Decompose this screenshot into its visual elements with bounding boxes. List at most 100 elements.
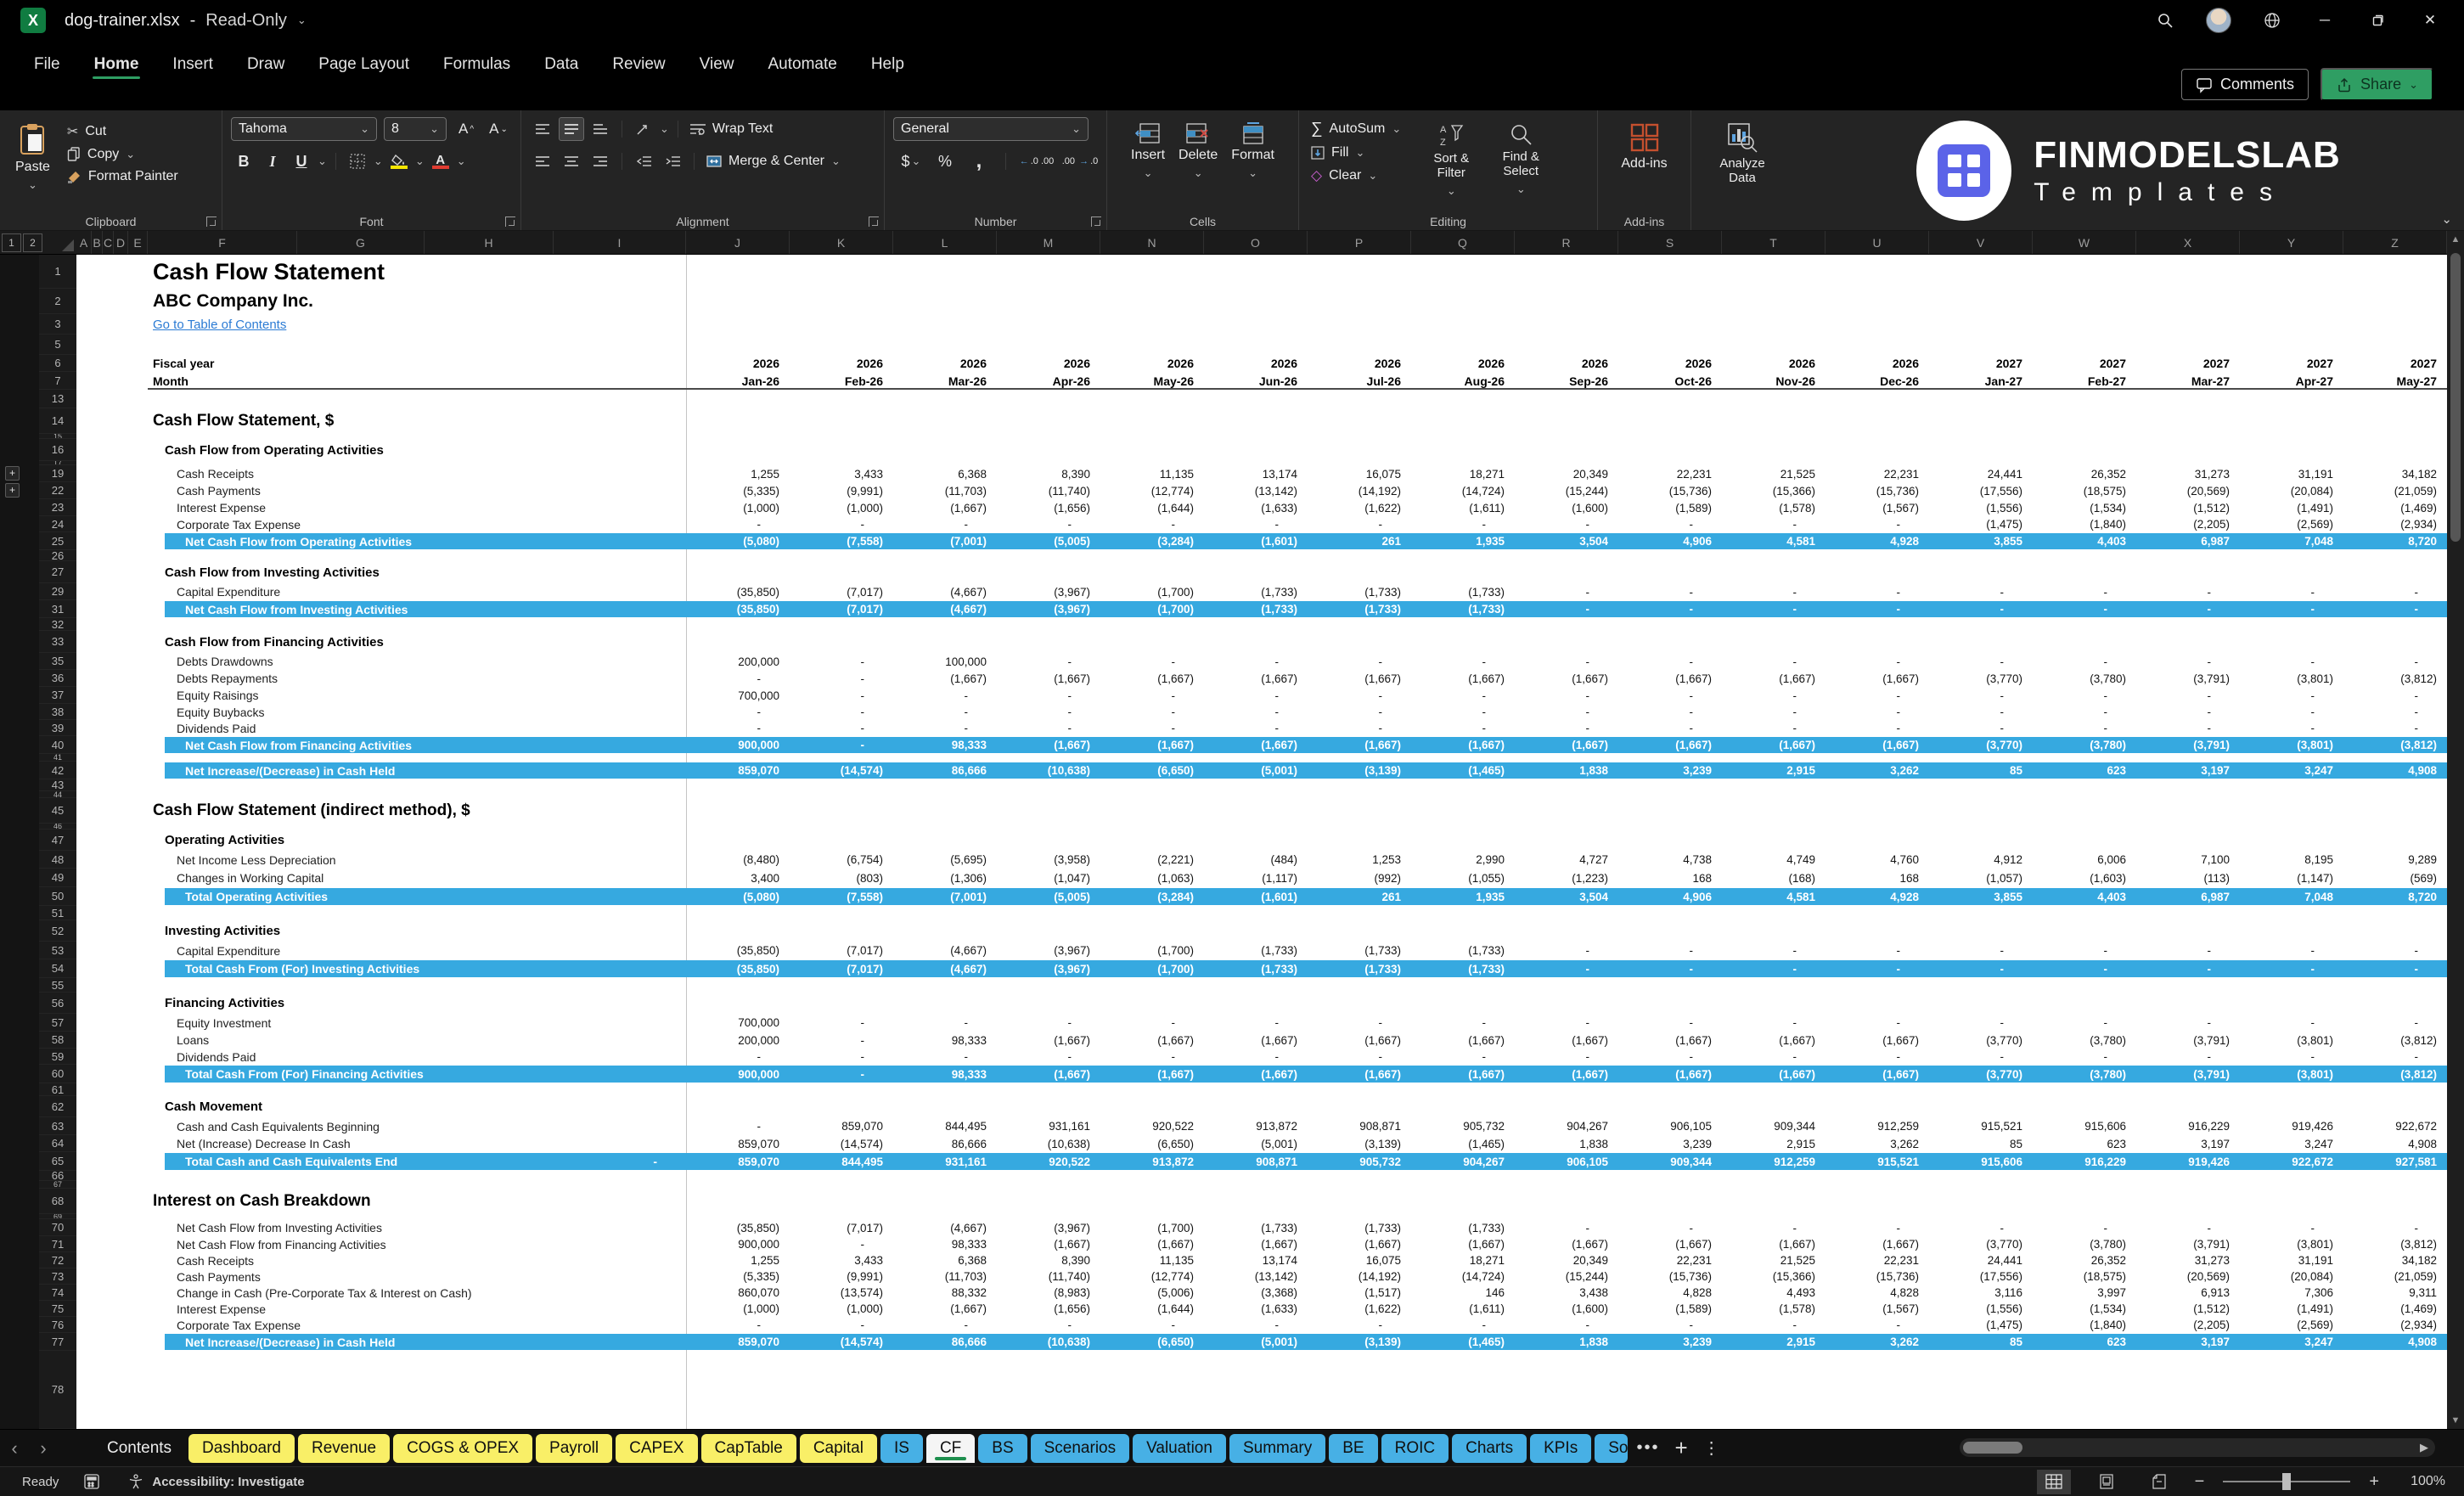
cell-49-S[interactable]: 168 [1618, 869, 1722, 887]
cell-36-Q[interactable]: (1,667) [1411, 670, 1515, 687]
wrap-text-button[interactable]: Wrap Text [687, 119, 776, 139]
cell-39-P[interactable]: - [1308, 720, 1411, 736]
cell-29-J[interactable]: (35,850) [686, 583, 790, 600]
cell-64-U[interactable]: 3,262 [1825, 1135, 1929, 1152]
percent-style-button[interactable]: % [932, 149, 958, 173]
cell-77-P[interactable]: (3,139) [1308, 1333, 1411, 1351]
scroll-up-icon[interactable]: ▲ [2451, 231, 2461, 248]
cell-71-S[interactable]: (1,667) [1618, 1236, 1722, 1252]
row-header-32[interactable]: 32 [39, 618, 76, 631]
cell-58-L[interactable]: 98,333 [893, 1032, 997, 1049]
row-header-23[interactable]: 23 [39, 499, 76, 516]
row-header-38[interactable]: 38 [39, 704, 76, 720]
row-label-48[interactable]: Net Income Less Depreciation [76, 851, 686, 869]
menu-tab-automate[interactable]: Automate [754, 48, 850, 81]
row-label-62[interactable]: Cash Movement [76, 1096, 2464, 1117]
cell-64-Y[interactable]: 3,247 [2240, 1135, 2343, 1152]
cell-74-J[interactable]: 860,070 [686, 1285, 790, 1301]
cell-50-P[interactable]: 261 [1308, 887, 1411, 906]
cell-25-Q[interactable]: 1,935 [1411, 532, 1515, 550]
cell-57-L[interactable]: - [893, 1014, 997, 1032]
cell-64-R[interactable]: 1,838 [1515, 1135, 1618, 1152]
cell-77-V[interactable]: 85 [1929, 1333, 2033, 1351]
row-header-42[interactable]: 42 [39, 762, 76, 779]
decrease-decimal-icon[interactable]: .00 → .0 [1062, 149, 1099, 173]
cell-65-X[interactable]: 919,426 [2136, 1152, 2240, 1171]
cell-53-N[interactable]: (1,700) [1100, 942, 1204, 959]
cell-54-W[interactable]: - [2033, 959, 2136, 978]
row-label-44[interactable] [76, 791, 2464, 798]
cell-50-W[interactable]: 4,403 [2033, 887, 2136, 906]
cell-31-U[interactable]: - [1825, 600, 1929, 618]
cell-63-P[interactable]: 908,871 [1308, 1117, 1411, 1135]
cell-65-Y[interactable]: 922,672 [2240, 1152, 2343, 1171]
column-header-J[interactable]: J [686, 231, 790, 254]
cell-77-M[interactable]: (10,638) [997, 1333, 1100, 1351]
sheet-tab-cf[interactable]: CF [925, 1433, 976, 1463]
cell-57-S[interactable]: - [1618, 1014, 1722, 1032]
cell-65-N[interactable]: 913,872 [1100, 1152, 1204, 1171]
cell-35-J[interactable]: 200,000 [686, 653, 790, 670]
cell-70-S[interactable]: - [1618, 1219, 1722, 1236]
cell-40-K[interactable]: - [790, 736, 893, 754]
cell-7-W[interactable]: Feb-27 [2033, 372, 2136, 390]
cell-6-R[interactable]: 2026 [1515, 355, 1618, 372]
cell-7-J[interactable]: Jan-26 [686, 372, 790, 390]
cell-59-R[interactable]: - [1515, 1049, 1618, 1065]
cell-29-X[interactable]: - [2136, 583, 2240, 600]
cell-64-Z[interactable]: 4,908 [2343, 1135, 2447, 1152]
close-button[interactable]: ✕ [2418, 8, 2442, 32]
cell-36-P[interactable]: (1,667) [1308, 670, 1411, 687]
cell-39-N[interactable]: - [1100, 720, 1204, 736]
row-label-66[interactable] [76, 1171, 2464, 1181]
cell-22-Y[interactable]: (20,084) [2240, 482, 2343, 499]
cell-72-N[interactable]: 11,135 [1100, 1252, 1204, 1268]
cell-53-S[interactable]: - [1618, 942, 1722, 959]
cell-37-K[interactable]: - [790, 687, 893, 704]
align-center-icon[interactable] [559, 149, 584, 173]
cell-54-N[interactable]: (1,700) [1100, 959, 1204, 978]
cell-39-S[interactable]: - [1618, 720, 1722, 736]
cell-57-N[interactable]: - [1100, 1014, 1204, 1032]
sheet-tab-is[interactable]: IS [880, 1433, 923, 1463]
row-header-36[interactable]: 36 [39, 670, 76, 687]
cell-24-O[interactable]: - [1204, 516, 1308, 532]
cell-23-Y[interactable]: (1,491) [2240, 499, 2343, 516]
cell-73-K[interactable]: (9,991) [790, 1268, 893, 1285]
cell-71-W[interactable]: (3,780) [2033, 1236, 2136, 1252]
cell-64-J[interactable]: 859,070 [686, 1135, 790, 1152]
chevron-down-icon[interactable]: ⌄ [318, 155, 327, 168]
cell-31-X[interactable]: - [2136, 600, 2240, 618]
tab-options-icon[interactable]: ⋮ [1696, 1437, 1727, 1459]
cell-58-J[interactable]: 200,000 [686, 1032, 790, 1049]
cell-50-S[interactable]: 4,906 [1618, 887, 1722, 906]
cell-31-J[interactable]: (35,850) [686, 600, 790, 618]
cell-35-M[interactable]: - [997, 653, 1100, 670]
cell-25-J[interactable]: (5,080) [686, 532, 790, 550]
cell-22-P[interactable]: (14,192) [1308, 482, 1411, 499]
row-header-44[interactable]: 44 [39, 791, 76, 798]
cell-57-K[interactable]: - [790, 1014, 893, 1032]
cell-6-Z[interactable]: 2027 [2343, 355, 2447, 372]
row-label-19[interactable]: Cash Receipts [76, 465, 686, 482]
cell-58-P[interactable]: (1,667) [1308, 1032, 1411, 1049]
column-header-E[interactable]: E [128, 231, 148, 254]
row-label-46[interactable] [76, 824, 2464, 830]
cell-39-Z[interactable]: - [2343, 720, 2447, 736]
underline-button[interactable]: U [289, 149, 314, 173]
cell-6-M[interactable]: 2026 [997, 355, 1100, 372]
column-header-I[interactable]: I [554, 231, 686, 254]
format-cells-button[interactable]: Format ⌄ [1224, 117, 1281, 185]
cell-22-V[interactable]: (17,556) [1929, 482, 2033, 499]
cell-63-X[interactable]: 916,229 [2136, 1117, 2240, 1135]
cell-57-Z[interactable]: - [2343, 1014, 2447, 1032]
cell-6-Q[interactable]: 2026 [1411, 355, 1515, 372]
cell-74-S[interactable]: 4,828 [1618, 1285, 1722, 1301]
column-header-L[interactable]: L [893, 231, 997, 254]
cell-54-P[interactable]: (1,733) [1308, 959, 1411, 978]
cell-40-O[interactable]: (1,667) [1204, 736, 1308, 754]
cell-24-Z[interactable]: (2,934) [2343, 516, 2447, 532]
cell-48-W[interactable]: 6,006 [2033, 851, 2136, 869]
clear-button[interactable]: ◇ Clear ⌄ [1308, 165, 1404, 187]
cell-73-L[interactable]: (11,703) [893, 1268, 997, 1285]
